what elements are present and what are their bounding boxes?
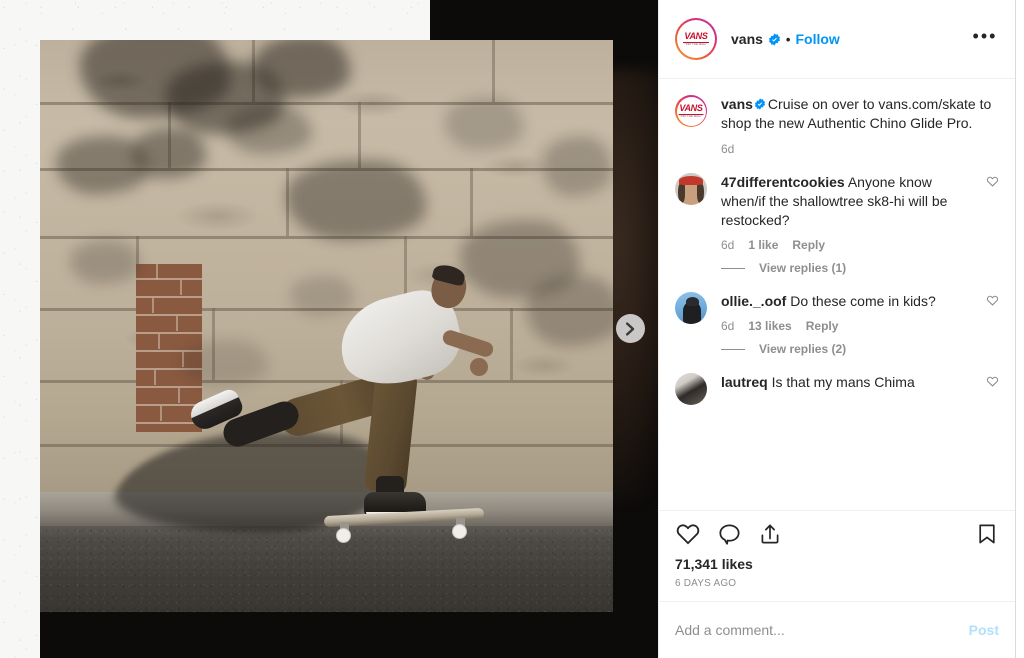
comment-text-block: 47differentcookies Anyone know when/if t… — [721, 173, 978, 230]
share-arrow-icon — [761, 524, 779, 544]
comment-body: Is that my mans Chima — [771, 374, 915, 390]
heart-icon — [676, 524, 700, 545]
post-comment-button[interactable]: Post — [969, 622, 999, 638]
comment-item: lautreq Is that my mans Chima — [675, 373, 999, 405]
slide-black-band — [40, 612, 658, 658]
comment-reply-button[interactable]: Reply — [806, 319, 839, 333]
view-replies-label[interactable]: View replies (1) — [759, 261, 846, 275]
comment-item: ollie._.oof Do these come in kids? 6d 13… — [675, 292, 999, 356]
comment-like-button[interactable] — [986, 292, 999, 356]
likes-count[interactable]: 71,341 likes — [675, 556, 999, 572]
vans-logo: VANS "OFF THE WALL" — [679, 22, 713, 56]
comment-likes[interactable]: 13 likes — [748, 319, 791, 333]
view-replies-row[interactable]: View replies (2) — [721, 342, 978, 356]
view-replies-label[interactable]: View replies (2) — [759, 342, 846, 356]
share-button[interactable] — [758, 522, 782, 546]
caption-timestamp: 6d — [721, 142, 735, 156]
comments-list[interactable]: VANS "OFF THE WALL" vans Cruise on over t… — [659, 79, 1015, 510]
bookmark-icon — [979, 524, 995, 544]
comment-text-block: ollie._.oof Do these come in kids? — [721, 292, 978, 311]
speech-bubble-icon — [719, 523, 740, 545]
comment-username[interactable]: ollie._.oof — [721, 293, 786, 309]
vans-logo-tagline: "OFF THE WALL" — [684, 43, 708, 46]
comment-body: Do these come in kids? — [790, 293, 936, 309]
header-separator: • — [785, 31, 791, 47]
comment-reply-button[interactable]: Reply — [792, 238, 825, 252]
post-photo[interactable] — [40, 40, 613, 612]
post-header: VANS "OFF THE WALL" vans • Follow ••• — [659, 0, 1015, 79]
vans-logo-word: VANS — [683, 31, 709, 43]
comment-like-button[interactable] — [986, 373, 999, 405]
carousel-next-button[interactable] — [616, 314, 645, 343]
like-button[interactable] — [675, 521, 701, 547]
follow-button[interactable]: Follow — [795, 31, 839, 47]
comment-username[interactable]: 47differentcookies — [721, 174, 845, 190]
header-identity: vans • Follow — [731, 31, 840, 47]
comment-meta: 6d 1 like Reply — [721, 238, 978, 252]
replies-dash-icon — [721, 348, 745, 350]
comment-avatar[interactable] — [675, 292, 707, 324]
profile-avatar[interactable]: VANS "OFF THE WALL" — [675, 18, 717, 60]
instagram-post-screen: VANS "OFF THE WALL" vans • Follow ••• VA… — [0, 0, 1024, 658]
comment-avatar[interactable] — [675, 373, 707, 405]
comment-button[interactable] — [717, 522, 742, 547]
caption-verified-badge-icon — [754, 98, 765, 110]
heart-icon — [986, 176, 999, 187]
chevron-right-icon — [626, 321, 635, 336]
more-options-button[interactable]: ••• — [971, 25, 999, 53]
action-icon-row — [675, 521, 999, 547]
comment-input[interactable] — [675, 622, 969, 638]
header-username[interactable]: vans — [731, 31, 763, 47]
view-replies-row[interactable]: View replies (1) — [721, 261, 978, 275]
post-media-column — [0, 0, 658, 658]
comment-item: 47differentcookies Anyone know when/if t… — [675, 173, 999, 275]
save-button[interactable] — [975, 522, 999, 546]
heart-icon — [986, 295, 999, 306]
comment-username[interactable]: lautreq — [721, 374, 768, 390]
post-caption: VANS "OFF THE WALL" vans Cruise on over t… — [675, 95, 999, 156]
caption-text-block: vans Cruise on over to vans.com/skate to … — [721, 95, 999, 133]
caption-avatar-logo-word: VANS — [678, 103, 704, 115]
caption-avatar[interactable]: VANS "OFF THE WALL" — [675, 95, 707, 127]
caption-avatar-logo-tagline: "OFF THE WALL" — [679, 115, 703, 118]
comment-like-button[interactable] — [986, 173, 999, 275]
heart-icon — [986, 376, 999, 387]
add-comment-bar: Post — [659, 601, 1015, 658]
post-timestamp: 6 DAYS AGO — [675, 578, 737, 589]
comment-text-block: lautreq Is that my mans Chima — [721, 373, 978, 392]
comment-avatar[interactable] — [675, 173, 707, 205]
comment-likes[interactable]: 1 like — [748, 238, 778, 252]
verified-badge-icon — [768, 32, 780, 46]
comment-meta: 6d 13 likes Reply — [721, 319, 978, 333]
comment-timestamp: 6d — [721, 238, 735, 252]
comment-timestamp: 6d — [721, 319, 735, 333]
post-action-bar: 71,341 likes 6 DAYS AGO — [659, 510, 1015, 601]
replies-dash-icon — [721, 267, 745, 269]
post-sidebar: VANS "OFF THE WALL" vans • Follow ••• VA… — [658, 0, 1016, 658]
caption-username[interactable]: vans — [721, 96, 753, 112]
